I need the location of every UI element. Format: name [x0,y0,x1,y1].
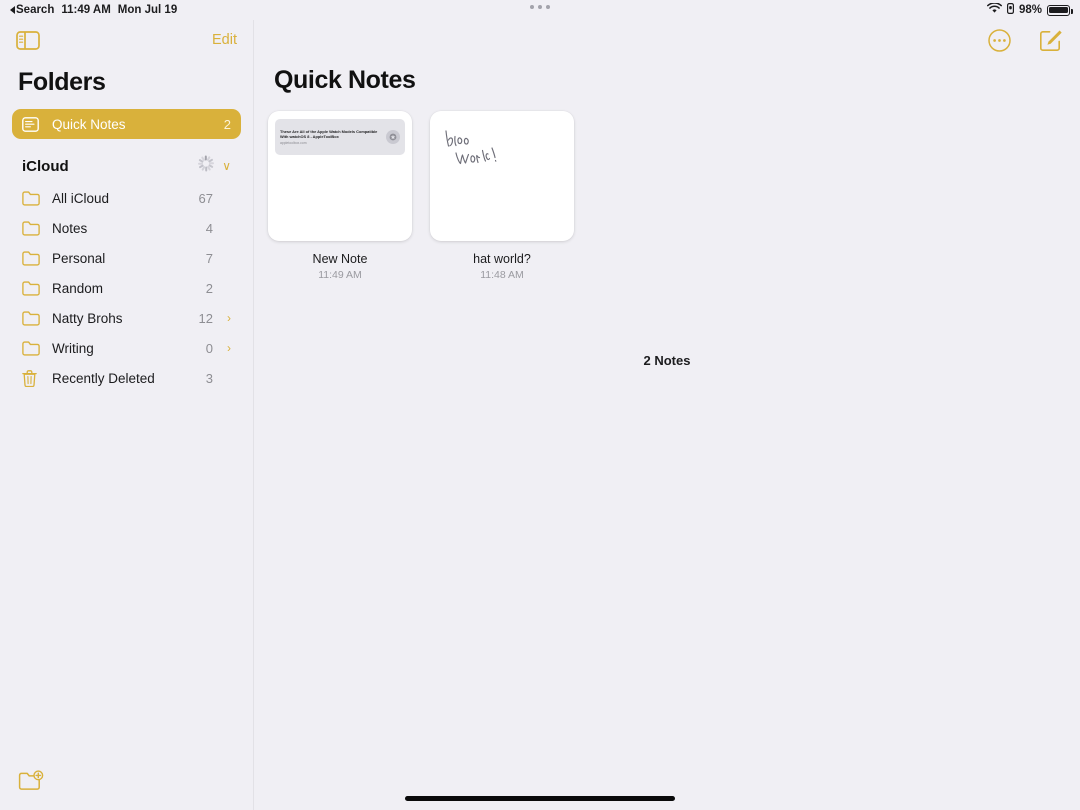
handle-dot [538,5,542,9]
link-preview-text: These Are All of the Apple Watch Models … [280,129,386,145]
battery-icon [1047,4,1073,16]
handwriting-preview [443,127,525,184]
sidebar-item-quick-notes[interactable]: Quick Notes 2 [12,109,241,139]
folder-icon [22,220,44,236]
new-folder-icon[interactable] [18,770,44,792]
sidebar-item-writing[interactable]: Writing 0 › [12,333,241,363]
main-pane: Quick Notes These Are All of the Apple W… [254,20,1080,810]
folder-list: All iCloud 67 Notes 4 Personal 7 Random 2 Natty … [0,183,253,393]
note-thumbnail[interactable] [430,111,574,241]
sidebar-toggle-icon[interactable] [16,30,40,50]
more-circle-icon[interactable] [988,28,1011,52]
compose-note-icon[interactable] [1039,29,1062,52]
notes-grid: These Are All of the Apple Watch Models … [254,111,1080,281]
sidebar-item-label: Writing [52,340,94,356]
note-time: 11:49 AM [318,269,362,281]
handle-dot [546,5,550,9]
back-to-search-button[interactable]: Search [10,4,54,16]
note-title: New Note [312,252,368,266]
folder-icon [22,190,44,206]
chevron-down-icon[interactable]: ∨ [222,159,231,173]
ipad-notes-app: Search 11:49 AM Mon Jul 19 98% Edit Fold… [0,0,1080,810]
handle-dot [530,5,534,9]
chevron-right-icon[interactable]: › [217,341,231,355]
home-indicator [405,796,675,801]
sidebar-item-random[interactable]: Random 2 [12,273,241,303]
sidebar-item-personal[interactable]: Personal 7 [12,243,241,273]
status-time: 11:49 AM [61,4,111,16]
portrait-lock-icon [1006,3,1014,17]
note-item[interactable]: hat world? 11:48 AM [430,111,574,281]
wifi-icon [987,2,1002,17]
edit-button[interactable]: Edit [212,32,237,48]
multitasking-handle[interactable] [530,5,550,9]
back-triangle-icon [10,6,15,14]
sidebar-item-recently-deleted[interactable]: Recently Deleted 3 [12,363,241,393]
account-name: iCloud [22,157,69,175]
quick-note-icon [22,116,44,132]
battery-percent: 98% [1018,4,1042,16]
link-title: These Are All of the Apple Watch Models … [280,129,378,140]
main-toolbar [254,20,1080,60]
activity-spinner-icon [198,155,215,174]
notes-count-label: 2 Notes [643,353,691,368]
note-time: 11:48 AM [480,269,524,281]
sidebar-item-label: Personal [52,250,106,266]
folder-icon [22,280,44,296]
sidebar-item-label: Quick Notes [52,116,126,132]
folder-icon [22,310,44,326]
link-favicon-icon [386,130,400,144]
sidebar-item-count: 2 [205,280,213,296]
link-url: appletoolbox.com [280,140,307,145]
status-bar: Search 11:49 AM Mon Jul 19 98% [0,0,1080,20]
sidebar-item-label: All iCloud [52,190,110,206]
sidebar-item-count: 7 [205,250,213,266]
status-bar-left: Search 11:49 AM Mon Jul 19 [10,4,177,16]
sidebar-toolbar: Edit [0,20,253,60]
sidebar-item-notes[interactable]: Notes 4 [12,213,241,243]
sidebar-item-count: 67 [198,190,213,206]
note-thumbnail[interactable]: These Are All of the Apple Watch Models … [268,111,412,241]
sidebar-item-count: 4 [205,220,213,236]
sidebar-item-label: Recently Deleted [52,370,155,386]
trash-icon [22,369,44,387]
status-bar-right: 98% [987,2,1073,17]
note-title: hat world? [473,252,531,266]
folder-title: Quick Notes [274,66,416,94]
account-section-header: iCloud ∨ [12,153,241,179]
sidebar: Edit Folders Quick Notes 2 iCloud ∨ All … [0,20,254,810]
folder-icon [22,250,44,266]
folder-icon [22,340,44,356]
sidebar-item-count: 0 [205,340,213,356]
note-item[interactable]: These Are All of the Apple Watch Models … [268,111,412,281]
sidebar-item-count: 12 [198,310,213,326]
sidebar-item-count: 3 [205,370,213,386]
sidebar-item-count: 2 [223,116,231,132]
sidebar-item-label: Notes [52,220,88,236]
page-title: Folders [18,68,106,96]
sidebar-item-all-icloud[interactable]: All iCloud 67 [12,183,241,213]
link-preview-card: These Are All of the Apple Watch Models … [275,119,405,155]
sidebar-item-label: Natty Brohs [52,310,123,326]
chevron-right-icon[interactable]: › [217,311,231,325]
status-date: Mon Jul 19 [117,4,178,16]
back-label: Search [16,4,55,16]
sidebar-item-label: Random [52,280,104,296]
sidebar-item-natty-brohs[interactable]: Natty Brohs 12 › [12,303,241,333]
